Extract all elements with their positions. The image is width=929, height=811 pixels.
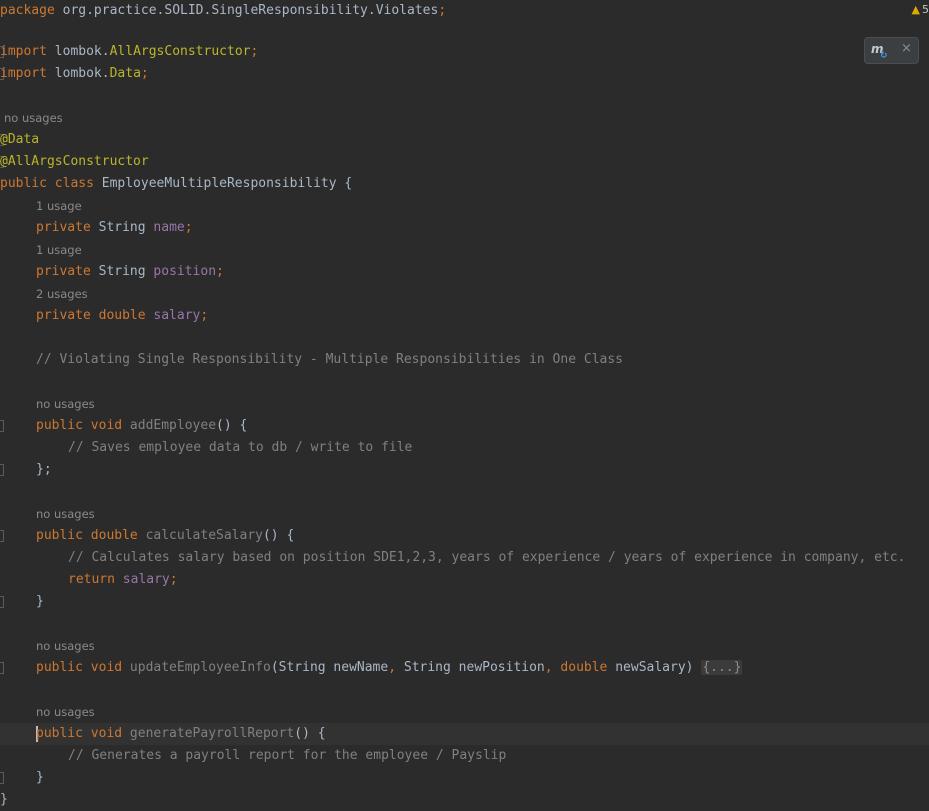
comment-text: // Calculates salary based on position S… bbox=[68, 550, 906, 565]
import-package: lombok. bbox=[46, 66, 110, 81]
method-close[interactable]: } bbox=[0, 767, 929, 789]
maven-reload-popup: m ↻ × bbox=[864, 37, 919, 64]
maven-reload-icon[interactable]: m ↻ bbox=[871, 42, 889, 61]
method-name: addEmployee bbox=[129, 418, 217, 433]
annotation-line[interactable]: @AllArgsConstructor bbox=[0, 151, 929, 173]
import-keyword: import bbox=[0, 66, 47, 81]
return-keyword: return bbox=[68, 572, 115, 587]
closing-brace: } bbox=[0, 792, 8, 807]
close-icon[interactable]: × bbox=[901, 41, 912, 56]
field-modifier: private bbox=[36, 220, 91, 235]
allargs-annotation: @AllArgsConstructor bbox=[0, 154, 149, 169]
closing-brace: } bbox=[36, 770, 44, 785]
method-name: updateEmployeeInfo bbox=[129, 660, 271, 675]
import-line[interactable]: import lombok.Data; bbox=[0, 63, 929, 85]
method-name: calculateSalary bbox=[145, 528, 263, 543]
section-comment[interactable]: // Violating Single Responsibility - Mul… bbox=[0, 349, 929, 371]
return-statement[interactable]: return salary; bbox=[0, 569, 929, 591]
method-declaration[interactable]: public double calculateSalary() { bbox=[0, 525, 929, 547]
semicolon: ; bbox=[200, 308, 209, 323]
field-modifier: private double bbox=[36, 308, 146, 323]
semicolon: ; bbox=[140, 66, 149, 81]
field-line[interactable]: private String name; bbox=[0, 217, 929, 239]
param-type: double bbox=[552, 660, 608, 675]
class-close[interactable]: } bbox=[0, 789, 929, 811]
code-editor[interactable]: package org.practice.SOLID.SingleRespons… bbox=[0, 0, 929, 807]
semicolon: ; bbox=[169, 572, 178, 587]
usage-hint[interactable]: 1 usage bbox=[36, 239, 82, 261]
method-close[interactable]: } bbox=[0, 591, 929, 613]
field-line[interactable]: private String position; bbox=[0, 261, 929, 283]
method-params: () { bbox=[262, 528, 295, 543]
method-close[interactable]: }; bbox=[0, 459, 929, 481]
warning-icon: ▲ bbox=[911, 3, 920, 16]
comma: , bbox=[388, 660, 397, 675]
package-keyword: package bbox=[0, 3, 55, 18]
package-name: org.practice.SOLID.SingleResponsibility.… bbox=[54, 3, 439, 18]
field-modifier: private bbox=[36, 264, 91, 279]
import-keyword: import bbox=[0, 44, 47, 59]
field-line[interactable]: private double salary; bbox=[0, 305, 929, 327]
usage-hint[interactable]: no usages bbox=[36, 393, 95, 415]
method-declaration[interactable]: public void addEmployee() { bbox=[0, 415, 929, 437]
usage-hint[interactable]: no usages bbox=[36, 701, 95, 723]
class-name: EmployeeMultipleResponsibility { bbox=[93, 176, 353, 191]
method-declaration[interactable]: public void generatePayrollReport() { bbox=[0, 723, 929, 745]
usage-hint[interactable]: no usages bbox=[36, 503, 95, 525]
data-annotation: @Data bbox=[0, 132, 40, 147]
field-name: name bbox=[153, 220, 185, 235]
field-type: String bbox=[90, 220, 154, 235]
comment-text: // Saves employee data to db / write to … bbox=[68, 440, 413, 455]
param-name: (String newName bbox=[270, 660, 389, 675]
annotation-line[interactable]: @Data bbox=[0, 129, 929, 151]
semicolon: ; bbox=[184, 220, 193, 235]
field-name: position bbox=[153, 264, 217, 279]
comment-text: // Violating Single Responsibility - Mul… bbox=[36, 352, 623, 367]
method-params: () { bbox=[216, 418, 248, 433]
import-class: AllArgsConstructor bbox=[109, 44, 251, 59]
usage-hint[interactable]: no usages bbox=[4, 107, 63, 129]
method-modifier: public void bbox=[36, 726, 123, 741]
method-name: generatePayrollReport bbox=[129, 726, 295, 741]
comment-text: // Generates a payroll report for the em… bbox=[68, 748, 507, 763]
method-declaration[interactable]: public void updateEmployeeInfo(String ne… bbox=[0, 657, 929, 679]
method-params: () { bbox=[294, 726, 326, 741]
usage-hint[interactable]: 2 usages bbox=[36, 283, 88, 305]
class-keyword: public class bbox=[0, 176, 94, 191]
method-modifier: public void bbox=[36, 660, 123, 675]
method-modifier: public void bbox=[36, 418, 123, 433]
comma: , bbox=[544, 660, 553, 675]
usage-hint[interactable]: 1 usage bbox=[36, 195, 82, 217]
field-type: String bbox=[90, 264, 154, 279]
field-name: salary bbox=[153, 308, 201, 323]
closing-brace: }; bbox=[36, 462, 52, 477]
class-declaration[interactable]: public class EmployeeMultipleResponsibil… bbox=[0, 173, 929, 195]
inspection-widget[interactable]: ▲ 5 bbox=[912, 0, 929, 20]
param-salary: newSalary) bbox=[607, 660, 702, 675]
semicolon: ; bbox=[250, 44, 259, 59]
refresh-icon: ↻ bbox=[880, 51, 888, 61]
method-body-comment[interactable]: // Calculates salary based on position S… bbox=[0, 547, 929, 569]
closing-brace: } bbox=[36, 594, 44, 609]
import-package: lombok. bbox=[46, 44, 110, 59]
import-class: Data bbox=[109, 66, 141, 81]
method-body-comment[interactable]: // Generates a payroll report for the em… bbox=[0, 745, 929, 767]
semicolon: ; bbox=[216, 264, 224, 279]
method-modifier: public double bbox=[36, 528, 138, 543]
method-body-comment[interactable]: // Saves employee data to db / write to … bbox=[0, 437, 929, 459]
import-line[interactable]: import lombok.AllArgsConstructor; bbox=[0, 41, 929, 63]
usage-hint[interactable]: no usages bbox=[36, 635, 95, 657]
return-value: salary bbox=[122, 572, 170, 587]
semicolon: ; bbox=[438, 3, 447, 18]
folded-code-block[interactable]: {...} bbox=[701, 660, 743, 675]
package-line[interactable]: package org.practice.SOLID.SingleRespons… bbox=[0, 0, 929, 22]
param-position: String newPosition bbox=[396, 660, 545, 675]
warning-count: 5 bbox=[922, 3, 929, 16]
